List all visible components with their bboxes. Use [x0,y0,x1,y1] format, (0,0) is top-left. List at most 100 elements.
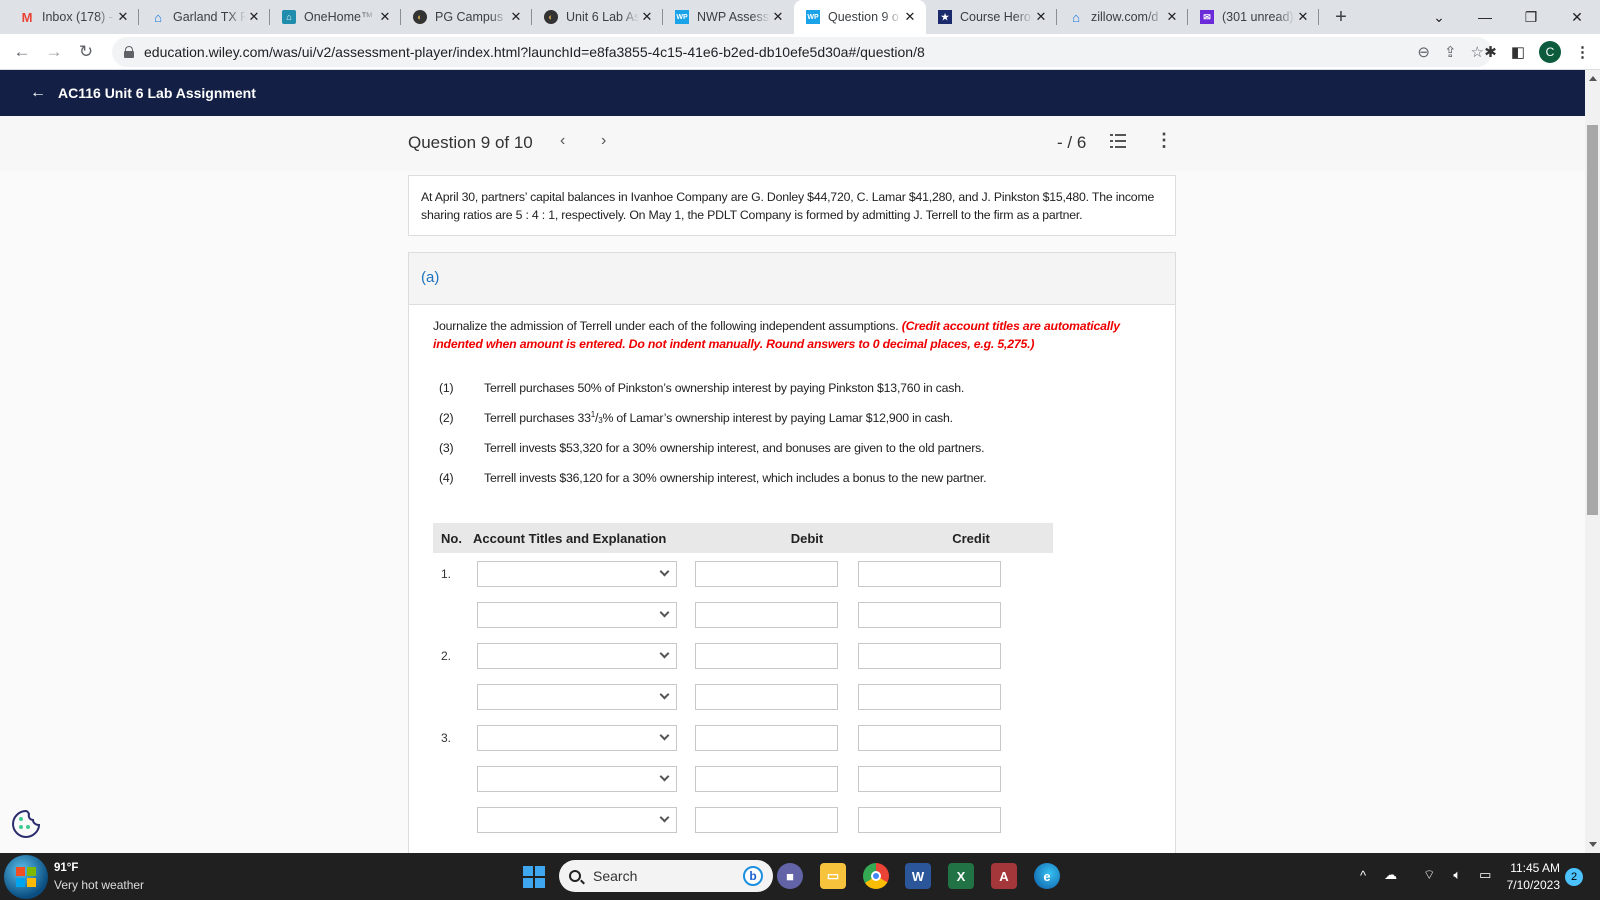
extensions-icon[interactable]: ✱ [1484,43,1497,61]
question-counter[interactable]: Question 9 of 10 [408,133,533,153]
chevron-down-icon [659,648,670,658]
close-tab-icon[interactable]: ✕ [508,9,524,25]
weather-desc: Very hot weather [54,878,145,892]
tab-inbox[interactable]: M Inbox (178) - ✕ [8,0,139,34]
credit-input[interactable] [858,724,1001,751]
browser-tab-bar: M Inbox (178) - ✕ ⌂ Garland TX R ✕ ⌂ OneHome™… [0,0,1600,34]
more-options-icon[interactable]: ⋮ [1155,130,1173,151]
start-button[interactable] [523,866,545,888]
taskbar-search[interactable]: Search b [559,860,773,892]
debit-input[interactable] [695,806,838,833]
scroll-thumb[interactable] [1587,125,1598,515]
account-title-select[interactable] [477,560,677,587]
tab-onehome[interactable]: ⌂ OneHome™ ✕ [270,0,401,34]
edge-icon[interactable]: e [1034,863,1060,889]
cookie-settings-icon[interactable] [10,808,42,840]
tab-question-9[interactable]: WP Question 9 o ✕ [794,0,926,34]
account-title-select[interactable] [477,683,677,710]
account-title-select[interactable] [477,724,677,751]
zoom-out-icon[interactable]: ⊖ [1417,43,1430,61]
chevron-down-icon [659,771,670,781]
debit-input[interactable] [695,601,838,628]
debit-input[interactable] [695,683,838,710]
chrome-icon[interactable] [863,863,889,889]
tab-unit6-lab[interactable]: ◐ Unit 6 Lab As ✕ [532,0,663,34]
close-tab-icon[interactable]: ✕ [770,9,786,25]
share-icon[interactable]: ⇪ [1444,43,1457,61]
close-tab-icon[interactable]: ✕ [902,9,918,25]
account-title-select[interactable] [477,765,677,792]
address-bar: ← → ↻ education.wiley.com/was/ui/v2/asse… [0,34,1600,70]
side-panel-icon[interactable]: ◧ [1511,43,1525,61]
bookmark-star-icon[interactable]: ☆ [1471,43,1484,61]
debit-input[interactable] [695,765,838,792]
teams-meet-icon[interactable]: ■ [777,863,803,889]
credit-input[interactable] [858,601,1001,628]
forward-icon[interactable]: → [38,42,70,62]
entry-number: 2. [441,648,452,663]
close-tab-icon[interactable]: ✕ [1164,9,1180,25]
excel-icon[interactable]: X [948,863,974,889]
journal-row [433,799,1053,840]
battery-icon[interactable]: ▭ [1479,867,1491,883]
tab-zillow[interactable]: ⌂ zillow.com/d ✕ [1057,0,1188,34]
back-arrow-icon[interactable]: ← [30,84,46,102]
next-question-icon[interactable]: › [601,132,606,150]
volume-icon[interactable]: 🔈︎ [1453,867,1461,883]
credit-input[interactable] [858,642,1001,669]
onedrive-icon[interactable]: ☁ [1384,867,1397,883]
assignment-title[interactable]: AC116 Unit 6 Lab Assignment [58,85,256,101]
account-title-select[interactable] [477,806,677,833]
credit-input[interactable] [858,765,1001,792]
browser-menu-icon[interactable]: ⋮ [1575,43,1590,61]
tab-course-hero[interactable]: ★ Course Hero ✕ [926,0,1057,34]
new-tab-button[interactable]: + [1329,6,1353,29]
close-tab-icon[interactable]: ✕ [377,9,393,25]
chevron-down-icon [659,689,670,699]
close-tab-icon[interactable]: ✕ [246,9,262,25]
bing-icon[interactable]: b [743,866,763,886]
reload-icon[interactable]: ↻ [70,42,102,62]
close-tab-icon[interactable]: ✕ [115,9,131,25]
scroll-up-icon[interactable] [1589,76,1597,81]
scroll-down-icon[interactable] [1589,842,1597,847]
question-list-icon[interactable] [1110,134,1126,148]
credit-input[interactable] [858,560,1001,587]
notification-badge[interactable]: 2 [1565,868,1583,886]
url-input[interactable]: education.wiley.com/was/ui/v2/assessment… [112,37,1492,67]
close-tab-icon[interactable]: ✕ [1295,9,1311,25]
url-text: education.wiley.com/was/ui/v2/assessment… [144,44,925,60]
back-icon[interactable]: ← [6,42,38,62]
restore-icon[interactable]: ❐ [1508,9,1554,26]
file-explorer-icon[interactable]: ▭ [820,863,846,889]
tray-overflow-icon[interactable]: ^ [1360,868,1366,883]
debit-input[interactable] [695,642,838,669]
tab-pg-campus[interactable]: ◐ PG Campus ✕ [401,0,532,34]
lock-icon [124,46,134,58]
wifi-icon[interactable]: ⌔ [1423,867,1435,883]
credit-input[interactable] [858,806,1001,833]
tab-garland[interactable]: ⌂ Garland TX R ✕ [139,0,270,34]
system-tray: ^ ☁ ⌔ 🔈︎ ▭ [1360,867,1491,883]
debit-input[interactable] [695,724,838,751]
journal-row: 3. [433,717,1053,758]
clock[interactable]: 11:45 AM 7/10/2023 [1500,860,1560,894]
word-icon[interactable]: W [905,863,931,889]
tab-mail[interactable]: ✉ (301 unread) ✕ [1188,0,1319,34]
profile-avatar[interactable]: C [1539,41,1561,63]
account-title-select[interactable] [477,601,677,628]
previous-question-icon[interactable]: ‹ [560,132,565,150]
page-scrollbar[interactable] [1585,70,1600,853]
access-icon[interactable]: A [991,863,1017,889]
credit-input[interactable] [858,683,1001,710]
close-tab-icon[interactable]: ✕ [1033,9,1049,25]
tab-nwp-assessment[interactable]: WPNWP Assessm✕ [663,0,794,34]
weather-widget[interactable]: 91°F Very hot weather [4,855,144,899]
tab-search-icon[interactable]: ⌄ [1416,9,1462,26]
account-title-select[interactable] [477,642,677,669]
minimize-icon[interactable]: — [1462,9,1508,25]
part-label: (a) [409,253,1175,305]
close-window-icon[interactable]: ✕ [1554,9,1600,26]
debit-input[interactable] [695,560,838,587]
close-tab-icon[interactable]: ✕ [639,9,655,25]
